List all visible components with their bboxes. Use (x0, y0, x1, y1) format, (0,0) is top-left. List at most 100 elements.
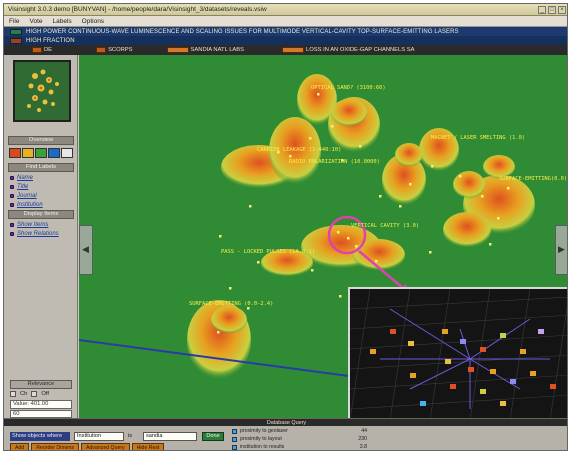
terrain-peak (443, 212, 491, 248)
token[interactable]: LOSS IN AN OXIDE-GAP CHANNELS SA (282, 47, 415, 53)
terrain-peak (453, 171, 485, 199)
value-input[interactable]: sandia (143, 432, 197, 441)
find-item-institution[interactable]: Institution (10, 201, 43, 209)
document-point (375, 260, 378, 263)
document-point (257, 261, 260, 264)
maximize-button[interactable]: □ (548, 6, 556, 14)
relevance-button[interactable]: Relevance (10, 380, 72, 389)
token-label: DE (44, 47, 53, 53)
close-button[interactable]: × (558, 6, 566, 14)
query-swatch (10, 37, 22, 44)
document-point (429, 251, 432, 254)
legend-swatch[interactable] (61, 148, 73, 158)
legend-swatch[interactable] (9, 148, 21, 158)
query-term-row-1[interactable]: HIGH POWER CONTINUOUS-WAVE LUMINESCENCE … (4, 27, 567, 36)
find-item-journal[interactable]: Journal (10, 192, 43, 200)
pan-right-button[interactable]: ▶ (555, 225, 567, 275)
bullet-icon (10, 232, 14, 236)
inset-document-mark (510, 379, 516, 384)
bullet-icon (10, 223, 14, 227)
chevron-left-icon: ◀ (82, 244, 89, 254)
terrain-peak (211, 306, 247, 334)
legend-swatch[interactable] (35, 148, 47, 158)
menu-labels[interactable]: Labels (53, 18, 72, 25)
menu-options[interactable]: Options (82, 18, 104, 25)
result-icon (232, 444, 237, 450)
document-point (431, 165, 434, 168)
legend-swatch[interactable] (22, 148, 34, 158)
find-labels-header: Find Labels (8, 163, 74, 172)
tab-advanced-query[interactable]: Advanced Query (81, 443, 130, 450)
inset-document-mark (410, 373, 416, 378)
document-point (247, 307, 250, 310)
query-swatch (10, 28, 22, 35)
pan-left-button[interactable]: ◀ (79, 225, 93, 275)
tab-add[interactable]: Add (10, 443, 30, 450)
document-point (289, 155, 292, 158)
token[interactable]: SANDIA NATL LABS (166, 47, 244, 53)
inset-document-mark (480, 389, 486, 394)
inset-document-mark (538, 329, 544, 334)
inset-document-mark (490, 369, 496, 374)
inset-document-mark (390, 329, 396, 334)
query-term-row-2[interactable]: HIGH FRACTION (4, 36, 567, 45)
topic-label[interactable]: RADIO POLARIZATION (10.0000) (289, 159, 380, 165)
topic-label[interactable]: MAGNET / LASER SMELTING (1.0) (431, 135, 525, 141)
document-point (311, 269, 314, 272)
document-point (339, 295, 342, 298)
display-item-show-relations[interactable]: Show Relations (10, 230, 59, 238)
topic-label[interactable]: CARRIER LEAKAGE (1:440:10) (257, 147, 341, 153)
find-item-title[interactable]: Title (10, 183, 43, 191)
menu-file[interactable]: File (9, 18, 19, 25)
inset-document-mark (520, 349, 526, 354)
tab-hide-rest[interactable]: Hide Rest (131, 443, 165, 450)
document-point (497, 217, 500, 220)
inset-document-mark (530, 371, 536, 376)
inset-document-mark (370, 349, 376, 354)
result-row[interactable]: institution to results 3.8 (232, 443, 382, 450)
attribute-field[interactable]: Institution (74, 432, 124, 441)
token[interactable]: DE (32, 47, 52, 53)
document-point (331, 125, 334, 128)
token-label: SCORPS (108, 47, 133, 53)
result-row[interactable]: proximity to geolaser 44 (232, 427, 382, 435)
relevance-threshold-field[interactable]: 60 (10, 410, 72, 418)
topic-label[interactable]: SURFACE-EMITTING(0.0) (499, 176, 567, 182)
tab-reorder[interactable]: Reorder Dimens (31, 443, 80, 450)
done-button[interactable]: Done (202, 432, 224, 441)
overview-map[interactable] (13, 60, 71, 122)
query-select[interactable]: Show objects where (10, 432, 70, 441)
find-item-name[interactable]: Name (10, 174, 43, 182)
find-labels-list: Name Title Journal Institution (10, 174, 43, 209)
checkbox[interactable] (31, 391, 38, 397)
result-row[interactable]: proximity to layout 230 (232, 435, 382, 443)
relevance-value-field[interactable]: Value: 401.00 (10, 400, 72, 409)
topic-label[interactable]: VERTICAL CAVITY (3.0) (351, 223, 419, 229)
token-bar: DE SCORPS SANDIA NATL LABS LOSS IN AN OX… (4, 45, 567, 55)
query-results: proximity to geolaser 44 proximity to lay… (232, 427, 382, 450)
checkbox[interactable] (10, 391, 16, 397)
token-color-icon (96, 47, 107, 53)
color-legend[interactable] (9, 148, 73, 158)
document-point (249, 205, 252, 208)
display-item-show-items[interactable]: Show Items (10, 221, 59, 229)
zoom-inset-view[interactable] (348, 287, 567, 418)
inset-document-mark (408, 341, 414, 346)
overview-header: Overview (8, 136, 74, 145)
legend-swatch[interactable] (48, 148, 60, 158)
terrain-peak (395, 143, 423, 167)
window-title: Visinsight 3.0.3 demo [BUNYVAN] - /home/… (8, 6, 267, 13)
minimize-button[interactable]: _ (538, 6, 546, 14)
title-bar[interactable]: Visinsight 3.0.3 demo [BUNYVAN] - /home/… (4, 4, 567, 16)
topic-label[interactable]: OPTICAL SAND? (3100:60) (311, 85, 386, 91)
bullet-icon (10, 185, 14, 189)
menu-vote[interactable]: Vote (29, 18, 42, 25)
topic-label[interactable]: PASS - LOCKED PULSES (LA,0.1) (221, 249, 315, 255)
terrain-peak (331, 99, 367, 127)
query-term-text: HIGH POWER CONTINUOUS-WAVE LUMINESCENCE … (26, 28, 459, 35)
document-point (379, 195, 382, 198)
landscape-view[interactable]: ◀ ▶ OPTICAL SAND? (3100:60) MAGNET / LAS… (79, 55, 567, 418)
topic-label[interactable]: SURFACE-EMITTING (0.0-2.4) (189, 301, 273, 307)
document-point (359, 145, 362, 148)
token[interactable]: SCORPS (96, 47, 133, 53)
